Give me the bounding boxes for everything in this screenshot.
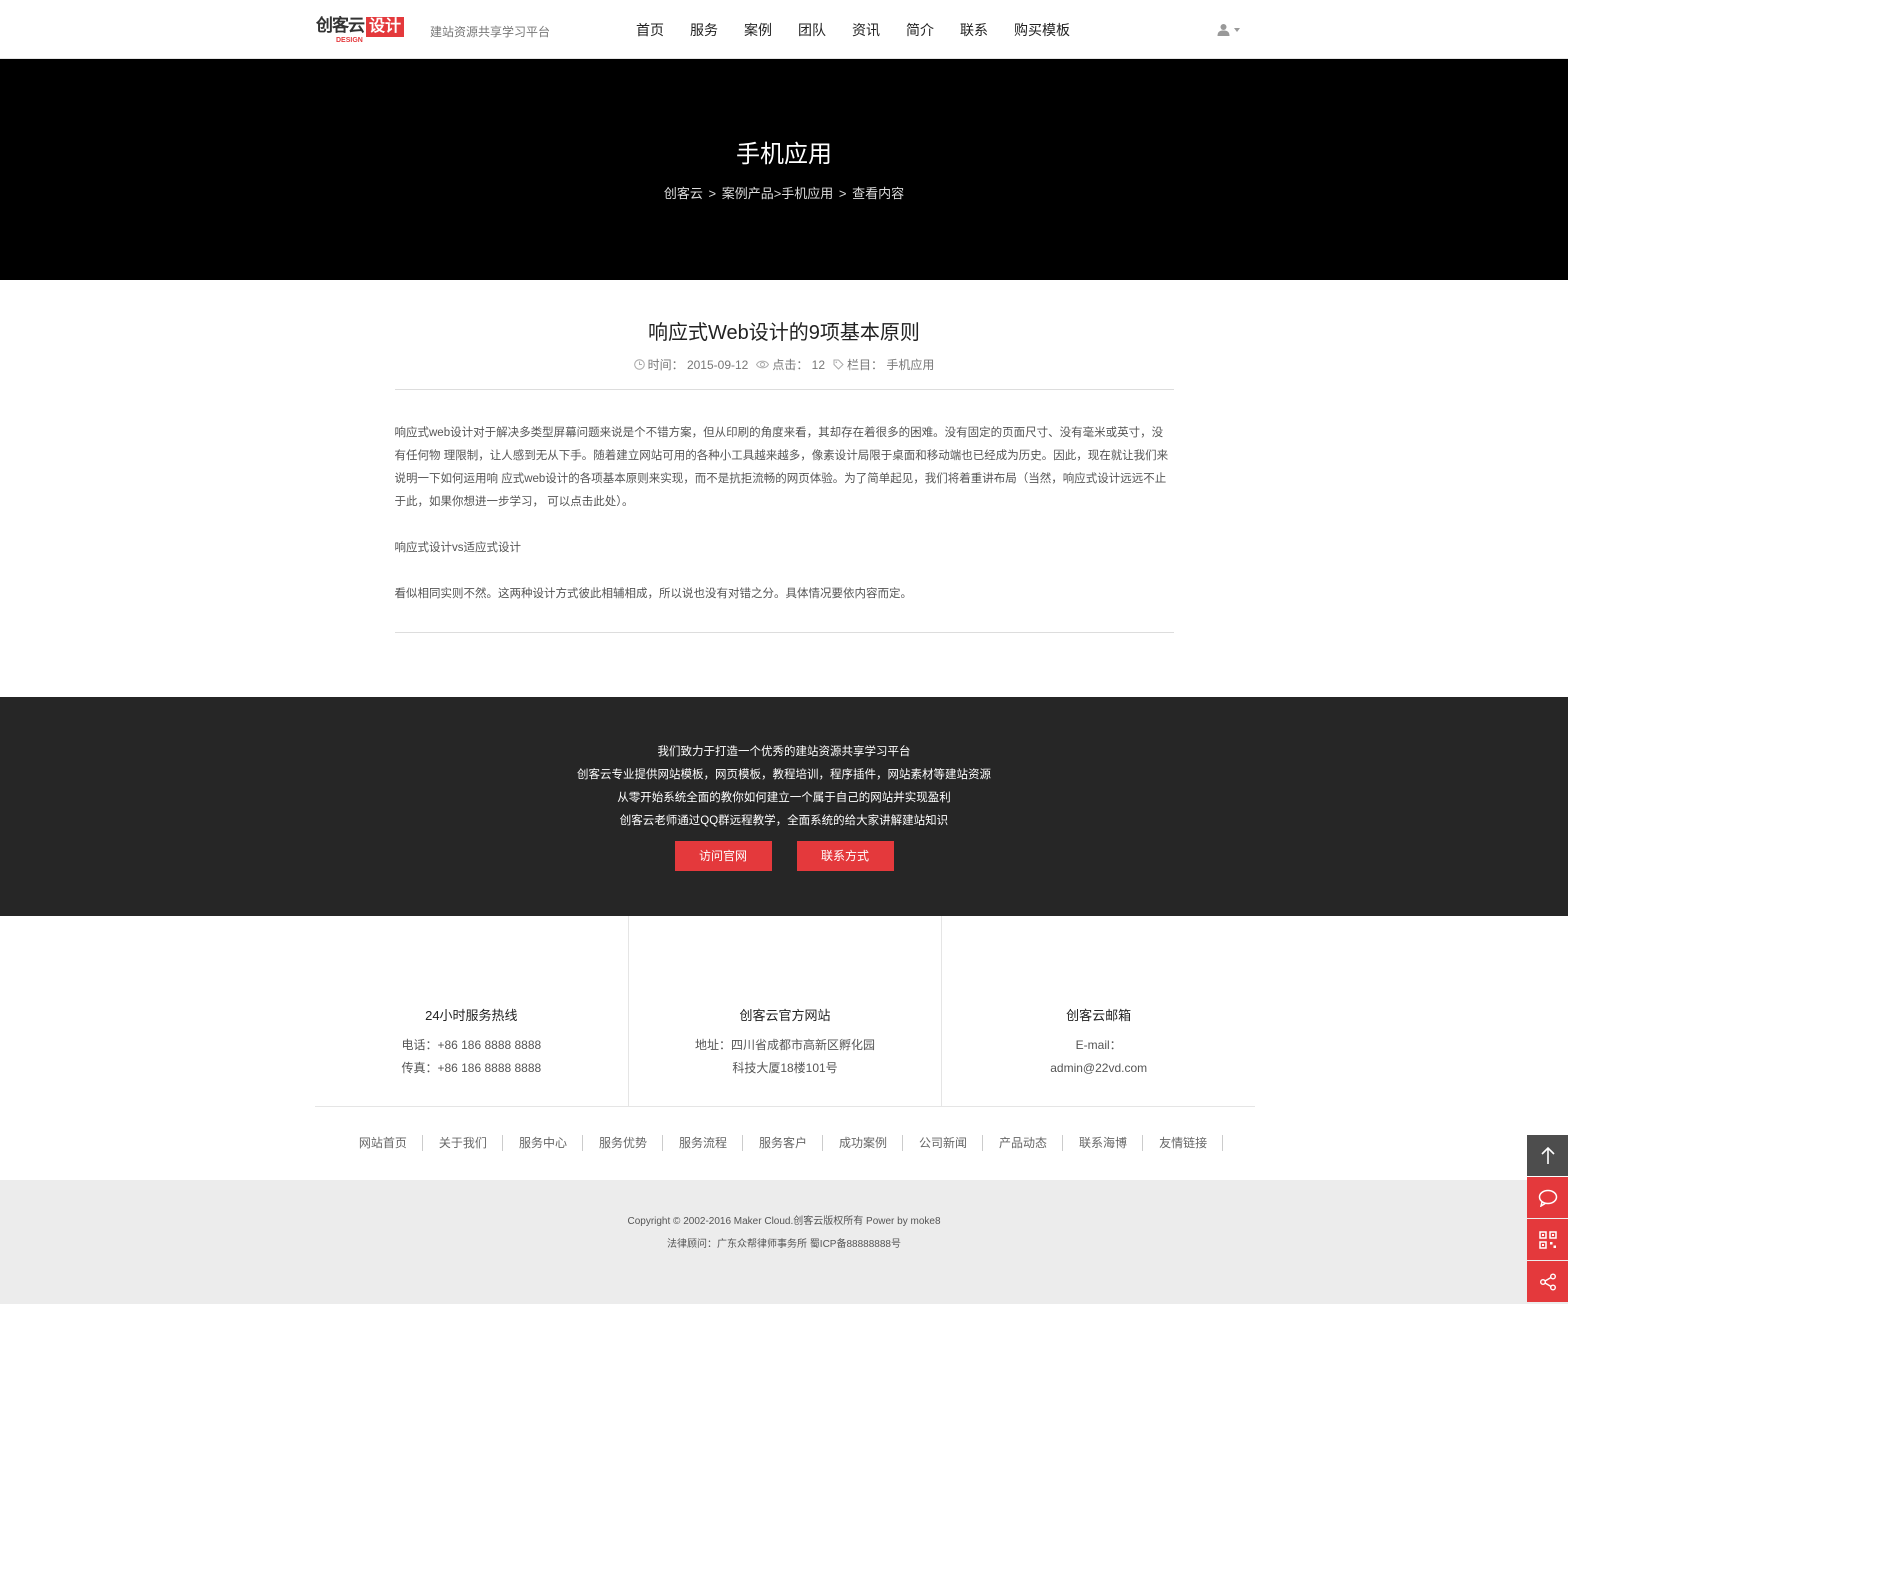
qrcode-button[interactable] [1527,1219,1568,1260]
article-body: 响应式web设计对于解决多类型屏幕问题来说是个不错方案，但从印刷的角度来看，其却… [395,390,1174,606]
promo-text: 我们致力于打造一个优秀的建站资源共享学习平台 创客云专业提供网站模板，网页模板，… [0,697,1568,833]
legal-info: 法律顾问：广东众帮律师事务所 蜀ICP备88888888号 [667,1239,901,1250]
article-paragraph: 看似相同实则不然。这两种设计方式彼此相辅相成，所以说也没有对错之分。具体情况要依… [394,588,913,600]
article: 响应式Web设计的9项基本原则 时间： 2015-09-12 点击： 12 栏目… [394,280,1174,633]
footer-link-process[interactable]: 服务流程 [664,1135,743,1151]
meta-time: 时间： 2015-09-12 [633,356,749,373]
crumb-home[interactable]: 创客云 [664,186,703,201]
contact-email: 创客云邮箱 E-mail： admin@22vd.com [941,916,1255,1106]
contact-hotline: 24小时服务热线 电话：+86 186 8888 8888 传真：+86 186… [315,916,628,1106]
nav-team[interactable]: 团队 [798,20,826,40]
footer-link-friends[interactable]: 友情链接 [1144,1135,1224,1151]
caret-down-icon [1234,27,1240,32]
contact-line: 地址：四川省成都市高新区孵化园 [695,1038,876,1052]
contact-line[interactable]: admin@22vd.com [942,1057,1255,1080]
share-icon [1539,1273,1556,1290]
crumb-sep: > [838,186,847,201]
footer-link-contact[interactable]: 联系海博 [1064,1135,1144,1151]
back-to-top-button[interactable] [1527,1135,1568,1176]
article-paragraph: 响应式web设计对于解决多类型屏幕问题来说是个不错方案，但从印刷的角度来看，其却… [394,427,1169,508]
footer-link-home[interactable]: 网站首页 [344,1135,423,1151]
promo-section: 我们致力于打造一个优秀的建站资源共享学习平台 创客云专业提供网站模板，网页模板，… [0,697,1568,916]
contact-line: 电话：+86 186 8888 8888 [401,1038,542,1052]
logo[interactable]: 创客云 DESIGN 设计 [316,17,405,45]
nav-home[interactable]: 首页 [636,20,664,40]
page-banner: 手机应用 创客云 > 案例产品>手机应用 > 查看内容 [0,59,1568,280]
eye-icon [756,360,770,369]
user-icon [1217,24,1230,36]
contact-title: 24小时服务热线 [425,1008,518,1023]
nav-buy-template[interactable]: 购买模板 [1014,20,1070,40]
tag-icon [833,359,844,370]
contact-info-button[interactable]: 联系方式 [796,841,894,871]
site-header: 创客云 DESIGN 设计 建站资源共享学习平台 首页 服务 案例 团队 资讯 简… [0,0,1568,59]
logo-text: 创客云 DESIGN [316,17,365,45]
crumb-current: 查看内容 [852,186,905,201]
nav-about[interactable]: 简介 [906,20,934,40]
footer-link-advantages[interactable]: 服务优势 [584,1135,663,1151]
clock-icon [633,359,645,370]
main-nav: 首页 服务 案例 团队 资讯 简介 联系 购买模板 [623,0,1083,59]
qrcode-icon [1538,1230,1557,1249]
footer-link-service-center[interactable]: 服务中心 [504,1135,583,1151]
contact-section: 24小时服务热线 电话：+86 186 8888 8888 传真：+86 186… [315,916,1255,1107]
share-button[interactable] [1527,1261,1568,1302]
meta-column-text: 栏目： 手机应用 [847,358,935,372]
nav-cases[interactable]: 案例 [744,20,772,40]
site-slogan: 建站资源共享学习平台 [430,25,551,39]
nav-news[interactable]: 资讯 [852,20,880,40]
contact-title: 创客云官方网站 [739,1008,831,1023]
meta-clicks-text: 点击： 12 [772,358,826,372]
meta-clicks: 点击： 12 [756,356,825,373]
crumb-category[interactable]: 案例产品>手机应用 [722,186,834,201]
nav-contact[interactable]: 联系 [960,20,988,40]
promo-line: 我们致力于打造一个优秀的建站资源共享学习平台 [657,746,911,758]
user-menu[interactable] [1217,23,1240,36]
footer-link-cases[interactable]: 成功案例 [824,1135,904,1151]
arrow-up-icon [1540,1146,1555,1164]
contact-line: 传真：+86 186 8888 8888 [401,1061,542,1075]
copyright: Copyright © 2002-2016 Maker Cloud.创客云版权所… [627,1216,941,1227]
promo-line: 创客云老师通过QQ群远程教学，全面系统的给大家讲解建站知识 [619,815,949,827]
meta-column: 栏目： 手机应用 [833,356,934,373]
contact-title: 创客云邮箱 [1066,1008,1132,1023]
breadcrumb: 创客云 > 案例产品>手机应用 > 查看内容 [0,183,1568,202]
footer-link-clients[interactable]: 服务客户 [744,1135,823,1151]
contact-website: 创客云官方网站 地址：四川省成都市高新区孵化园 科技大厦18楼101号 [627,916,942,1106]
meta-time-text: 时间： 2015-09-12 [647,358,749,372]
promo-line: 创客云专业提供网站模板，网页模板，教程培训，程序插件，网站素材等建站资源 [577,769,991,781]
logo-sub: DESIGN [336,37,363,44]
footer-link-company-news[interactable]: 公司新闻 [904,1135,984,1151]
article-paragraph: 响应式设计vs适应式设计 [394,542,522,554]
visit-site-button[interactable]: 访问官网 [674,841,772,871]
crumb-sep: > [708,186,717,201]
site-footer: Copyright © 2002-2016 Maker Cloud.创客云版权所… [0,1180,1568,1304]
footer-links: 网站首页 关于我们 服务中心 服务优势 服务流程 服务客户 成功案例 公司新闻 … [0,1135,1568,1151]
footer-link-about[interactable]: 关于我们 [424,1135,503,1151]
chat-button[interactable] [1527,1177,1568,1218]
promo-buttons: 访问官网 联系方式 [0,841,1568,871]
article-title: 响应式Web设计的9项基本原则 [648,322,920,344]
footer-link-product-news[interactable]: 产品动态 [984,1135,1064,1151]
nav-services[interactable]: 服务 [690,20,718,40]
article-meta: 时间： 2015-09-12 点击： 12 栏目： 手机应用 [394,356,1174,390]
contact-line: E-mail： [1075,1038,1122,1052]
chat-icon [1538,1189,1557,1207]
article-divider [394,632,1174,633]
logo-box: 设计 [366,17,405,37]
side-toolbar [1527,1135,1568,1303]
contact-line: 科技大厦18楼101号 [732,1061,838,1075]
page-title: 手机应用 [736,141,832,168]
promo-line: 从零开始系统全面的教你如何建立一个属于自己的网站并实现盈利 [617,792,951,804]
